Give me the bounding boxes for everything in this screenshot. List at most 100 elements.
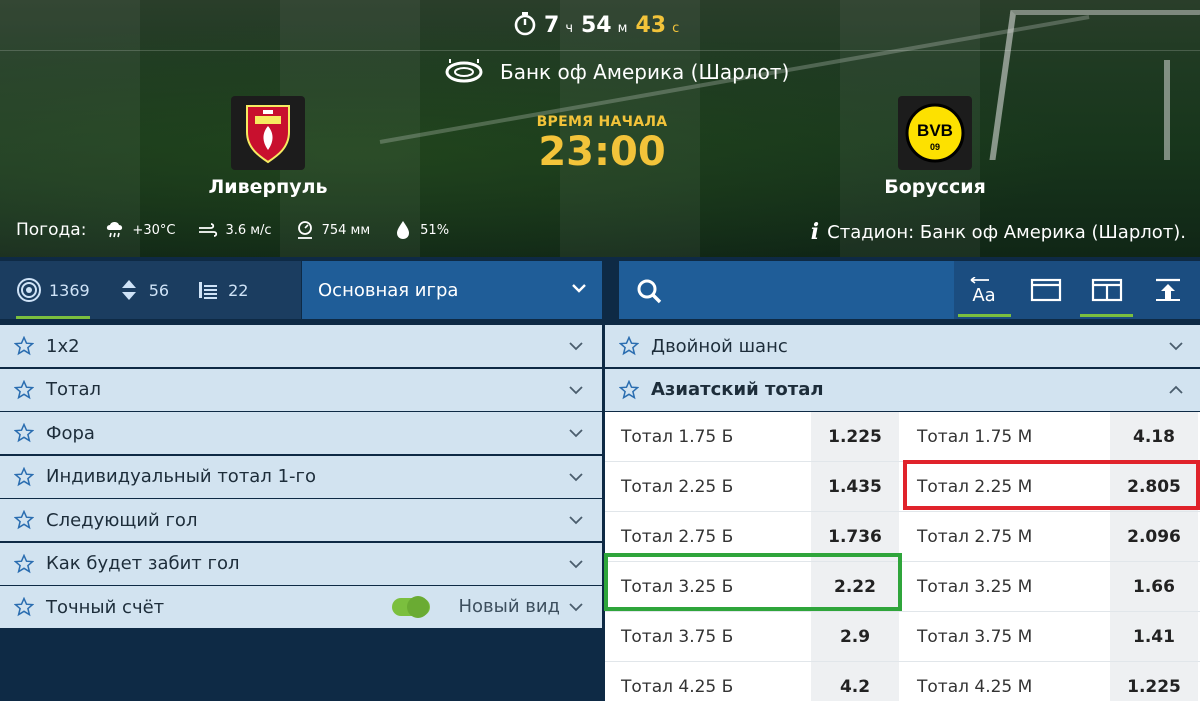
- stat-value: 1369: [49, 280, 90, 300]
- market-list-left: 1x2 Тотал Фора Индивидуальный тотал 1-го…: [0, 325, 602, 630]
- chevron-down-icon: [569, 429, 583, 438]
- market-handicap[interactable]: Фора: [0, 412, 602, 454]
- home-team[interactable]: Ливерпуль: [203, 96, 333, 198]
- weather-bar: Погода: +30°C 3.6 м/с 754 мм 51% i Стади…: [0, 203, 1200, 257]
- wind-value: 3.6 м/с: [225, 222, 272, 238]
- star-icon[interactable]: [14, 379, 34, 400]
- star-icon[interactable]: [14, 510, 34, 530]
- market-label: Двойной шанс: [651, 335, 788, 357]
- odds-button-under[interactable]: 1.225: [1110, 662, 1198, 701]
- weather-humidity: 51%: [392, 219, 449, 241]
- odds-label-under: Тотал 1.75 М: [917, 426, 1033, 447]
- star-icon[interactable]: [14, 423, 34, 443]
- pressure-value: 754 мм: [321, 222, 371, 238]
- odds-label-over: Тотал 3.25 Б: [621, 576, 734, 597]
- stat-list[interactable]: 22: [195, 261, 248, 319]
- star-icon[interactable]: [14, 336, 34, 356]
- countdown-timer: 7 ч 54 м 43 с: [512, 6, 681, 38]
- updown-icon: [121, 280, 136, 300]
- chevron-down-icon: [569, 516, 583, 525]
- market-next-goal[interactable]: Следующий гол: [0, 499, 602, 541]
- odds-button-over[interactable]: 2.9: [811, 612, 899, 661]
- odds-label-under: Тотал 2.25 М: [917, 476, 1033, 497]
- star-icon[interactable]: [619, 379, 639, 400]
- target-icon: [17, 278, 41, 302]
- odds-button-under[interactable]: 4.18: [1110, 412, 1198, 461]
- market-toolbar: 1369 56 22 Основная игра Aa: [0, 257, 1200, 323]
- odds-button-over[interactable]: 2.22: [811, 562, 899, 611]
- search-bar: Aa: [619, 261, 1200, 319]
- chevron-down-icon: [569, 385, 583, 394]
- weather-wind: 3.6 м/с: [197, 219, 272, 241]
- stat-updown[interactable]: 56: [116, 261, 169, 319]
- countdown-seconds-unit: с: [672, 21, 680, 36]
- star-icon[interactable]: [14, 466, 34, 487]
- two-column-button[interactable]: [1076, 261, 1137, 319]
- chevron-up-icon: [1169, 385, 1183, 394]
- star-icon[interactable]: [14, 597, 34, 617]
- font-size-label: Aa: [972, 285, 995, 303]
- countdown-hours-unit: ч: [565, 21, 573, 36]
- search-icon[interactable]: [635, 277, 663, 305]
- chevron-down-icon: [569, 559, 583, 568]
- market-label: 1x2: [46, 335, 80, 357]
- odds-button-under[interactable]: 1.41: [1110, 612, 1198, 661]
- svg-text:09: 09: [930, 142, 940, 152]
- water-drop-icon: [397, 221, 410, 239]
- weather-temperature: +30°C: [104, 219, 175, 241]
- kickoff: ВРЕМЯ НАЧАЛА 23:00: [520, 114, 684, 174]
- odds-label-over: Тотал 2.75 Б: [621, 526, 734, 547]
- collapse-icon: [1155, 278, 1180, 301]
- odds-button-under[interactable]: 2.805: [1110, 462, 1198, 511]
- countdown-hours: 7: [544, 13, 560, 38]
- odds-button-over[interactable]: 1.435: [811, 462, 899, 511]
- new-view-toggle[interactable]: [392, 596, 430, 618]
- venue: Банк оф Америка (Шарлот): [444, 58, 789, 86]
- market-goal-method[interactable]: Как будет забит гол: [0, 542, 602, 585]
- odds-button-over[interactable]: 1.736: [811, 512, 899, 561]
- odds-button-under[interactable]: 1.66: [1110, 562, 1198, 611]
- goal-post: [1164, 60, 1170, 160]
- single-column-button[interactable]: [1015, 261, 1076, 319]
- collapse-all-button[interactable]: [1137, 261, 1198, 319]
- chevron-down-icon: [572, 284, 586, 293]
- away-team[interactable]: BVB 09 Боруссия: [870, 96, 1000, 198]
- game-select-dropdown[interactable]: Основная игра: [302, 261, 602, 319]
- odds-button-over[interactable]: 1.225: [811, 412, 899, 461]
- stat-value: 22: [228, 280, 249, 300]
- barometer-icon: [297, 221, 312, 239]
- star-icon[interactable]: [619, 336, 639, 356]
- market-asian-total[interactable]: Азиатский тотал: [605, 368, 1200, 411]
- market-label: Как будет забит гол: [46, 553, 240, 574]
- odds-button-over[interactable]: 4.2: [811, 662, 899, 701]
- bvb-crest-icon: BVB 09: [898, 96, 972, 170]
- stadium-label: Стадион: Банк оф Америка (Шарлот).: [827, 221, 1186, 243]
- odds-button-under[interactable]: 2.096: [1110, 512, 1198, 561]
- weather-label: Погода:: [16, 220, 87, 240]
- market-double-chance[interactable]: Двойной шанс: [605, 325, 1200, 367]
- stat-all-markets[interactable]: 1369: [16, 261, 90, 319]
- star-icon[interactable]: [14, 553, 34, 574]
- market-label: Индивидуальный тотал 1-го: [46, 466, 316, 487]
- market-individual-total[interactable]: Индивидуальный тотал 1-го: [0, 455, 602, 498]
- asian-total-odds-grid: Тотал 1.75 Б 1.225 Тотал 1.75 М 4.18 Тот…: [605, 412, 1200, 701]
- market-1x2[interactable]: 1x2: [0, 325, 602, 367]
- market-label: Азиатский тотал: [651, 379, 824, 400]
- svg-text:BVB: BVB: [917, 121, 953, 140]
- market-total[interactable]: Тотал: [0, 368, 602, 411]
- new-view-label: Новый вид: [458, 596, 560, 617]
- market-stats: 1369 56 22: [0, 261, 301, 319]
- stat-value: 56: [148, 280, 170, 300]
- font-size-button[interactable]: Aa: [954, 261, 1015, 319]
- venue-name: Банк оф Америка (Шарлот): [500, 60, 790, 84]
- odds-row: Тотал 2.75 Б 1.736 Тотал 2.75 М 2.096: [605, 512, 1200, 562]
- two-column-icon: [1091, 278, 1122, 302]
- odds-label-over: Тотал 1.75 Б: [621, 426, 734, 447]
- odds-row: Тотал 4.25 Б 4.2 Тотал 4.25 М 1.225: [605, 662, 1200, 701]
- home-team-name: Ливерпуль: [208, 176, 328, 198]
- chevron-down-icon: [569, 472, 583, 481]
- chevron-down-icon: [569, 342, 583, 351]
- kickoff-time: 23:00: [538, 129, 666, 175]
- countdown-seconds: 43: [635, 13, 667, 38]
- market-correct-score[interactable]: Точный счёт Новый вид: [0, 586, 602, 628]
